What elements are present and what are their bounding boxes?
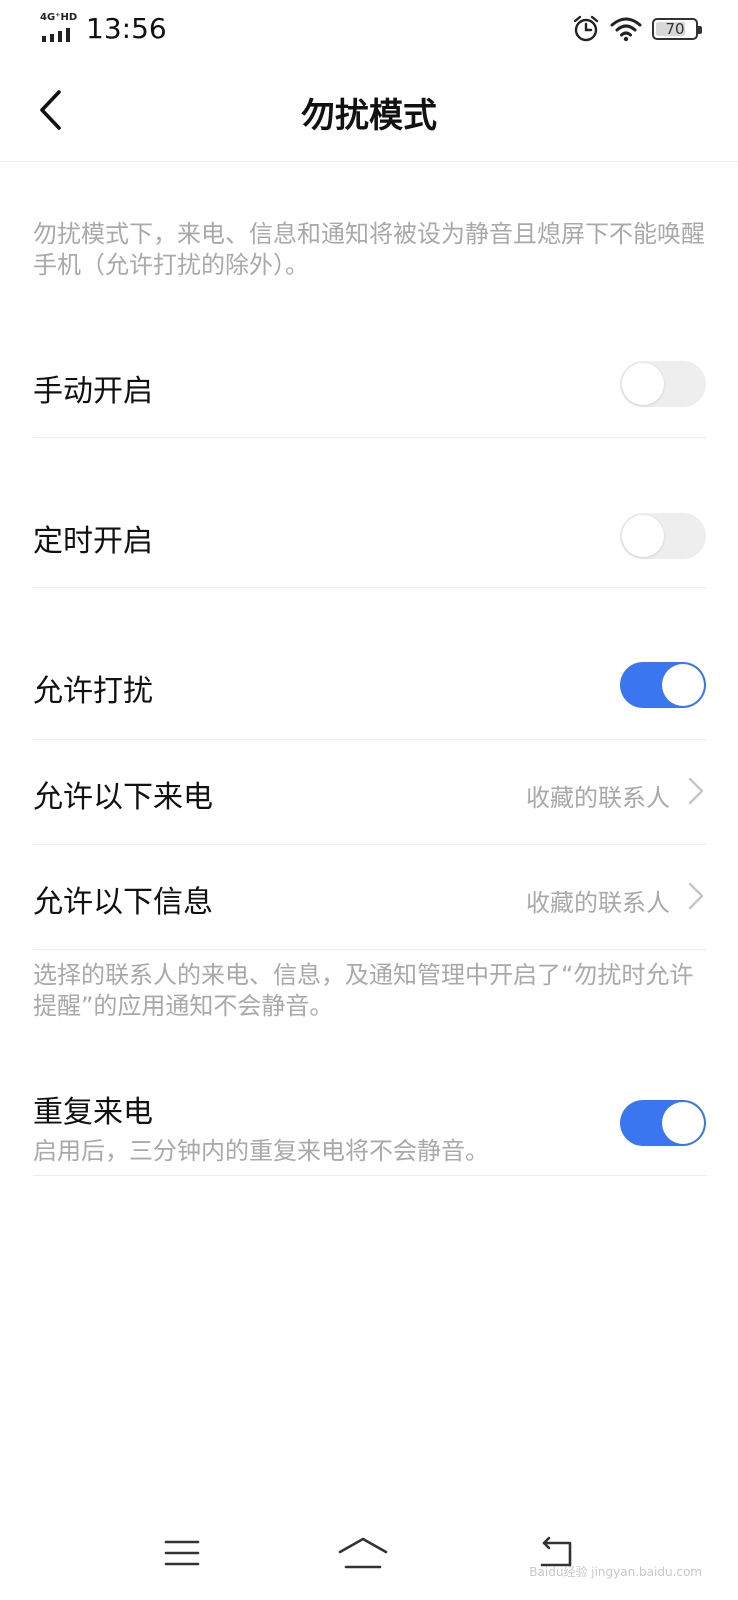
battery-icon: 70	[652, 18, 702, 40]
clock: 13:56	[86, 12, 167, 45]
network-label: 4G⁺HD	[40, 12, 78, 23]
allow-disturb-label: 允许打扰	[33, 674, 153, 709]
status-bar: 4G⁺HD 13:56 70	[0, 0, 738, 60]
wifi-icon	[610, 17, 642, 42]
manual-on-row[interactable]: 手动开启	[33, 330, 706, 438]
battery-level: 70	[665, 20, 685, 38]
bottom-navigation: Baidu经验 jingyan.baidu.com	[0, 1510, 738, 1600]
intro-description: 勿扰模式下，来电、信息和通知将被设为静音且熄屏下不能唤醒手机（允许打扰的除外）。	[33, 220, 705, 279]
allow-disturb-row[interactable]: 允许打扰	[33, 632, 706, 740]
repeat-calls-toggle[interactable]	[620, 1100, 706, 1146]
chevron-right-icon	[688, 777, 704, 805]
menu-button[interactable]	[152, 1528, 212, 1578]
network-indicator: 4G⁺HD	[40, 12, 80, 42]
allow-calls-row[interactable]: 允许以下来电 收藏的联系人	[33, 740, 706, 845]
header: 勿扰模式	[0, 60, 738, 162]
scheduled-on-toggle[interactable]	[620, 513, 706, 559]
page-title: 勿扰模式	[301, 96, 437, 136]
allow-calls-label: 允许以下来电	[33, 780, 213, 815]
allow-messages-value: 收藏的联系人	[526, 889, 670, 917]
allow-note: 选择的联系人的来电、信息，及通知管理中开启了“勿扰时允许提醒”的应用通知不会静音…	[33, 961, 694, 1020]
screen: 4G⁺HD 13:56 70 勿扰模式 勿扰模式下，来电、信息和通知将被设为静音…	[0, 0, 738, 1600]
manual-on-label: 手动开启	[33, 374, 153, 409]
allow-calls-value: 收藏的联系人	[526, 784, 670, 812]
chevron-right-icon	[688, 882, 704, 910]
home-button[interactable]	[333, 1528, 393, 1578]
repeat-calls-label: 重复来电	[33, 1095, 153, 1130]
toggle-knob	[622, 363, 664, 405]
signal-icon	[42, 28, 70, 42]
status-icons: 70	[572, 14, 702, 44]
allow-disturb-toggle[interactable]	[620, 662, 706, 708]
scheduled-on-row[interactable]: 定时开启	[33, 480, 706, 588]
repeat-calls-row[interactable]: 重复来电 启用后，三分钟内的重复来电将不会静音。	[33, 1075, 706, 1176]
allow-messages-label: 允许以下信息	[33, 885, 213, 920]
home-icon	[338, 1537, 388, 1569]
manual-on-toggle[interactable]	[620, 361, 706, 407]
watermark: Baidu经验 jingyan.baidu.com	[529, 1565, 702, 1579]
menu-icon	[164, 1540, 200, 1566]
alarm-icon	[573, 15, 599, 42]
scheduled-on-label: 定时开启	[33, 524, 153, 559]
toggle-knob	[622, 515, 664, 557]
toggle-knob	[662, 1102, 704, 1144]
allow-messages-row[interactable]: 允许以下信息 收藏的联系人	[33, 845, 706, 950]
repeat-calls-subtitle: 启用后，三分钟内的重复来电将不会静音。	[33, 1137, 489, 1165]
toggle-knob	[662, 664, 704, 706]
